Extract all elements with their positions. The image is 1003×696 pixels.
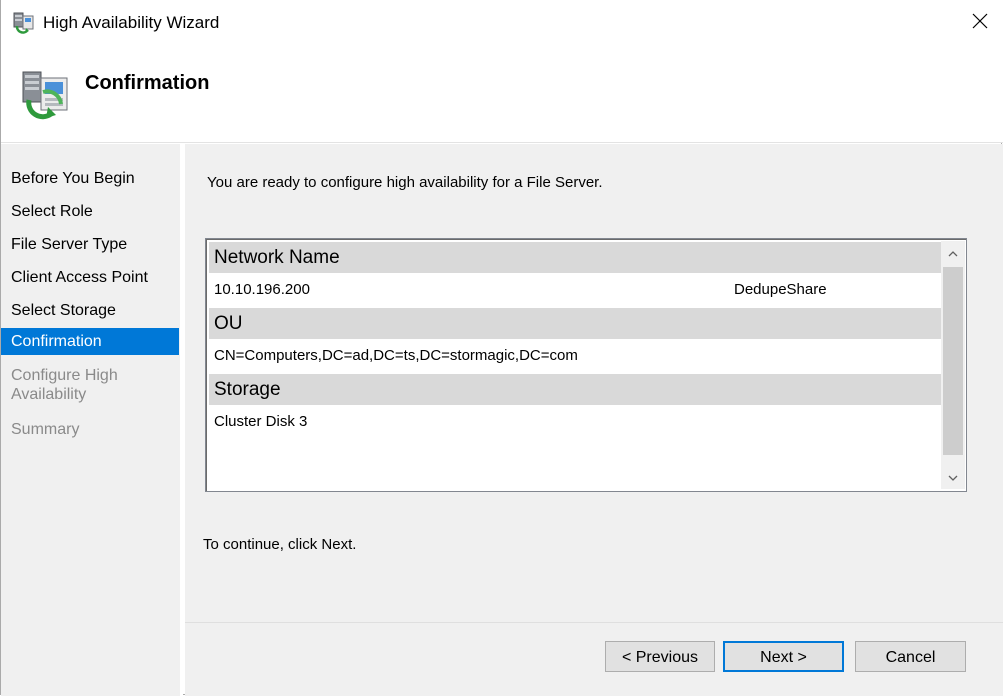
step-confirmation: Confirmation — [1, 328, 179, 355]
window-title: High Availability Wizard — [43, 13, 220, 32]
network-name-address: 10.10.196.200 — [214, 281, 310, 298]
scroll-up-button[interactable] — [941, 241, 965, 265]
title-bar: High Availability Wizard — [1, 0, 1003, 46]
step-select-role: Select Role — [11, 203, 93, 220]
group-header-ou: OU — [209, 308, 943, 339]
step-summary: Summary — [11, 421, 80, 438]
list-item[interactable]: Cluster Disk 3 — [209, 405, 943, 438]
step-configure-high-availability: Configure High Availability — [11, 367, 118, 403]
continue-hint: To continue, click Next. — [203, 536, 357, 553]
wizard-content: You are ready to configure high availabi… — [185, 144, 1003, 622]
close-button[interactable] — [957, 0, 1003, 46]
group-header-storage: Storage — [209, 374, 943, 405]
storage-value: Cluster Disk 3 — [214, 413, 308, 430]
confirmation-list[interactable]: Network Name 10.10.196.200 DedupeShare O… — [205, 238, 967, 492]
wizard-footer: < Previous Next > Cancel — [185, 622, 1003, 696]
page-title: Confirmation — [85, 72, 210, 94]
vertical-scrollbar[interactable] — [941, 241, 965, 489]
cancel-button[interactable]: Cancel — [855, 641, 966, 672]
list-item[interactable]: 10.10.196.200 DedupeShare — [209, 273, 943, 306]
chevron-up-icon — [948, 244, 958, 262]
list-item[interactable]: CN=Computers,DC=ad,DC=ts,DC=stormagic,DC… — [209, 339, 943, 372]
intro-text: You are ready to configure high availabi… — [207, 174, 603, 191]
step-file-server-type: File Server Type — [11, 236, 128, 253]
step-before-you-begin: Before You Begin — [11, 170, 135, 187]
group-header-network-name: Network Name — [209, 242, 943, 273]
previous-button[interactable]: < Previous — [605, 641, 715, 672]
wizard-header: Confirmation — [1, 46, 1003, 143]
close-icon — [972, 13, 988, 34]
step-select-storage: Select Storage — [11, 302, 116, 319]
wizard-steps: Before You Begin Select Role File Server… — [1, 144, 183, 696]
cluster-server-icon — [21, 70, 73, 120]
wizard-window: High Availability Wizard Confirmation Be… — [0, 0, 1003, 696]
scroll-down-button[interactable] — [941, 465, 965, 489]
step-client-access-point: Client Access Point — [11, 269, 148, 286]
network-name-value: DedupeShare — [734, 281, 827, 298]
chevron-down-icon — [948, 468, 958, 486]
scroll-thumb[interactable] — [943, 267, 963, 455]
cluster-server-icon — [13, 12, 35, 34]
ou-value: CN=Computers,DC=ad,DC=ts,DC=stormagic,DC… — [214, 347, 578, 364]
next-button[interactable]: Next > — [723, 641, 844, 672]
